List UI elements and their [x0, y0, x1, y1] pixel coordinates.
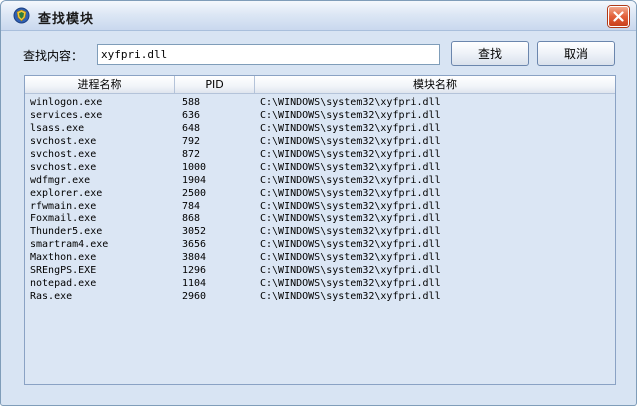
process-name-cell: explorer.exe	[30, 187, 103, 199]
module-path-cell: C:\WINDOWS\system32\xyfpri.dll	[260, 278, 441, 290]
module-path-cell: C:\WINDOWS\system32\xyfpri.dll	[260, 187, 441, 199]
process-name-cell: Ras.exe	[30, 291, 73, 303]
process-name-cell: smartram4.exe	[30, 239, 109, 251]
pid-cell: 2500	[182, 187, 207, 199]
table-row[interactable]: Thunder5.exe 3052 C:\WINDOWS\system32\xyfp…	[25, 225, 615, 238]
module-path-cell: C:\WINDOWS\system32\xyfpri.dll	[260, 135, 441, 147]
table-row[interactable]: lsass.exe 648 C:\WINDOWS\system32\xyfpri.d…	[25, 122, 615, 135]
pid-cell: 1296	[182, 265, 207, 277]
table-row[interactable]: explorer.exe 2500 C:\WINDOWS\system32\xyfp…	[25, 187, 615, 200]
pid-cell: 1000	[182, 161, 207, 173]
pid-cell: 1104	[182, 278, 207, 290]
table-row[interactable]: SREngPS.EXE 1296 C:\WINDOWS\system32\xyfpr…	[25, 264, 615, 277]
process-name-cell: services.exe	[30, 109, 103, 121]
process-name-cell: wdfmgr.exe	[30, 174, 91, 186]
close-button[interactable]	[608, 6, 629, 27]
pid-cell: 868	[182, 213, 201, 225]
search-input[interactable]	[97, 44, 440, 65]
column-header-pid[interactable]: PID	[175, 76, 255, 94]
table-row[interactable]: services.exe 636 C:\WINDOWS\system32\xyfpr…	[25, 109, 615, 122]
module-path-cell: C:\WINDOWS\system32\xyfpri.dll	[260, 226, 441, 238]
module-path-cell: C:\WINDOWS\system32\xyfpri.dll	[260, 122, 441, 134]
process-name-cell: SREngPS.EXE	[30, 265, 97, 277]
table-row[interactable]: Foxmail.exe 868 C:\WINDOWS\system32\xyfpri…	[25, 212, 615, 225]
pid-cell: 588	[182, 97, 201, 108]
process-name-cell: svchost.exe	[30, 161, 97, 173]
find-button[interactable]: 查找	[451, 41, 529, 66]
pid-cell: 792	[182, 135, 201, 147]
list-header: 进程名称 PID 模块名称	[25, 76, 615, 94]
pid-cell: 636	[182, 109, 201, 121]
table-row[interactable]: Ras.exe 2960 C:\WINDOWS\system32\xyfpri.dl…	[25, 290, 615, 303]
table-row[interactable]: Maxthon.exe 3804 C:\WINDOWS\system32\xyfpr…	[25, 251, 615, 264]
table-row[interactable]: svchost.exe 872 C:\WINDOWS\system32\xyfpri…	[25, 148, 615, 161]
title-bar[interactable]: 查找模块	[1, 1, 636, 31]
table-row[interactable]: wdfmgr.exe 1904 C:\WINDOWS\system32\xyfpri…	[25, 174, 615, 187]
list-rows: winlogon.exe 588 C:\WINDOWS\system32\xyfpr…	[25, 96, 615, 303]
process-name-cell: svchost.exe	[30, 148, 97, 160]
search-label: 查找内容：	[23, 49, 84, 63]
module-path-cell: C:\WINDOWS\system32\xyfpri.dll	[260, 109, 441, 121]
module-path-cell: C:\WINDOWS\system32\xyfpri.dll	[260, 252, 441, 264]
module-path-cell: C:\WINDOWS\system32\xyfpri.dll	[260, 291, 441, 303]
close-icon	[613, 11, 624, 22]
process-name-cell: Maxthon.exe	[30, 252, 97, 264]
module-path-cell: C:\WINDOWS\system32\xyfpri.dll	[260, 213, 441, 225]
cancel-button[interactable]: 取消	[537, 41, 615, 66]
window-title: 查找模块	[38, 12, 95, 27]
pid-cell: 1904	[182, 174, 207, 186]
module-path-cell: C:\WINDOWS\system32\xyfpri.dll	[260, 148, 441, 160]
result-list[interactable]: 进程名称 PID 模块名称 winlogon.exe 588 C:\WINDOWS\…	[24, 75, 616, 385]
pid-cell: 648	[182, 122, 201, 134]
process-name-cell: svchost.exe	[30, 135, 97, 147]
process-name-cell: Foxmail.exe	[30, 213, 97, 225]
module-path-cell: C:\WINDOWS\system32\xyfpri.dll	[260, 265, 441, 277]
process-name-cell: lsass.exe	[30, 122, 85, 134]
module-path-cell: C:\WINDOWS\system32\xyfpri.dll	[260, 239, 441, 251]
pid-cell: 3052	[182, 226, 207, 238]
module-path-cell: C:\WINDOWS\system32\xyfpri.dll	[260, 200, 441, 212]
column-header-module-name[interactable]: 模块名称	[255, 76, 615, 94]
module-path-cell: C:\WINDOWS\system32\xyfpri.dll	[260, 97, 441, 108]
module-path-cell: C:\WINDOWS\system32\xyfpri.dll	[260, 174, 441, 186]
process-name-cell: notepad.exe	[30, 278, 97, 290]
module-path-cell: C:\WINDOWS\system32\xyfpri.dll	[260, 161, 441, 173]
column-header-process-name[interactable]: 进程名称	[25, 76, 175, 94]
pid-cell: 2960	[182, 291, 207, 303]
pid-cell: 872	[182, 148, 201, 160]
table-row[interactable]: notepad.exe 1104 C:\WINDOWS\system32\xyfpr…	[25, 277, 615, 290]
app-shield-icon	[13, 7, 30, 24]
pid-cell: 3804	[182, 252, 207, 264]
process-name-cell: Thunder5.exe	[30, 226, 103, 238]
table-row[interactable]: svchost.exe 792 C:\WINDOWS\system32\xyfpri…	[25, 135, 615, 148]
process-name-cell: winlogon.exe	[30, 97, 103, 108]
table-row[interactable]: svchost.exe 1000 C:\WINDOWS\system32\xyfpr…	[25, 161, 615, 174]
table-row[interactable]: rfwmain.exe 784 C:\WINDOWS\system32\xyfpri…	[25, 200, 615, 213]
process-name-cell: rfwmain.exe	[30, 200, 97, 212]
find-module-dialog: 查找模块 查找内容： 查找 取消 进程名称 PID 模块名称 winlogon.…	[0, 0, 637, 406]
table-row[interactable]: winlogon.exe 588 C:\WINDOWS\system32\xyfpr…	[25, 96, 615, 109]
table-row[interactable]: smartram4.exe 3656 C:\WINDOWS\system32\xyf…	[25, 238, 615, 251]
pid-cell: 784	[182, 200, 201, 212]
pid-cell: 3656	[182, 239, 207, 251]
